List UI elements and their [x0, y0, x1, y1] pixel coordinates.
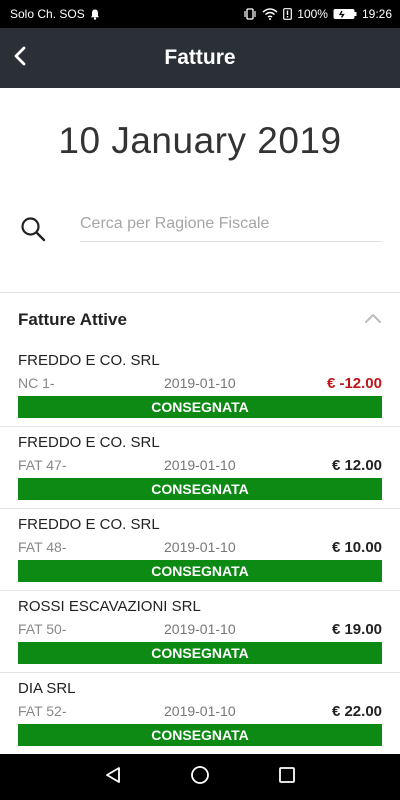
search-bar: [0, 200, 400, 250]
invoice-item[interactable]: FREDDO E CO. SRL FAT 48- 2019-01-10 € 10…: [0, 509, 400, 591]
invoice-date: 2019-01-10: [164, 621, 236, 637]
back-button[interactable]: [2, 40, 38, 76]
nav-home-button[interactable]: [180, 757, 220, 797]
vibrate-icon: [243, 8, 257, 20]
battery-icon: [333, 8, 357, 20]
notification-bell-icon: [90, 9, 100, 20]
invoice-number: FAT 47-: [18, 457, 67, 473]
invoice-company: FREDDO E CO. SRL: [18, 352, 160, 369]
status-badge: CONSEGNATA: [18, 396, 382, 418]
section-title: Fatture Attive: [18, 310, 127, 329]
invoice-item[interactable]: ROSSI ESCAVAZIONI SRL FAT 50- 2019-01-10…: [0, 591, 400, 673]
invoice-amount: € 22.00: [331, 702, 382, 720]
circle-home-icon: [190, 765, 210, 790]
chevron-up-icon[interactable]: [364, 311, 382, 329]
search-input[interactable]: [80, 206, 382, 242]
invoice-number: FAT 52-: [18, 703, 67, 719]
wifi-icon: [262, 8, 278, 20]
invoice-number: FAT 50-: [18, 621, 67, 637]
app-bar: Fatture: [0, 28, 400, 88]
invoice-date: 2019-01-10: [164, 457, 236, 473]
clock: 19:26: [361, 7, 392, 21]
alert-icon: [283, 8, 293, 20]
invoice-number: NC 1-: [18, 375, 55, 391]
search-icon[interactable]: [20, 216, 46, 247]
invoice-number: FAT 48-: [18, 539, 67, 555]
invoice-amount: € 10.00: [331, 538, 382, 556]
invoice-item[interactable]: FREDDO E CO. SRL FAT 47- 2019-01-10 € 12…: [0, 427, 400, 509]
invoice-list: FREDDO E CO. SRL NC 1- 2019-01-10 € -12.…: [0, 345, 400, 755]
battery-percentage: 100%: [297, 7, 328, 21]
status-badge: CONSEGNATA: [18, 478, 382, 500]
nav-recents-button[interactable]: [267, 757, 307, 797]
invoice-amount: € 19.00: [331, 620, 382, 638]
invoice-amount: € 12.00: [331, 456, 382, 474]
invoice-company: DIA SRL: [18, 680, 76, 697]
invoice-date: 2019-01-10: [164, 375, 236, 391]
selected-date[interactable]: 10 January 2019: [0, 120, 400, 162]
system-nav-bar: [0, 754, 400, 800]
invoice-amount: € -12.00: [326, 374, 382, 392]
section-header-fatture-attive[interactable]: Fatture Attive: [0, 300, 400, 340]
status-badge: CONSEGNATA: [18, 560, 382, 582]
page-title: Fatture: [164, 46, 236, 69]
invoice-date: 2019-01-10: [164, 539, 236, 555]
invoice-item[interactable]: FREDDO E CO. SRL NC 1- 2019-01-10 € -12.…: [0, 345, 400, 427]
invoice-company: FREDDO E CO. SRL: [18, 434, 160, 451]
chevron-left-icon: [13, 46, 27, 71]
nav-back-button[interactable]: [93, 757, 133, 797]
invoice-item[interactable]: DIA SRL FAT 52- 2019-01-10 € 22.00 CONSE…: [0, 673, 400, 755]
status-badge: CONSEGNATA: [18, 642, 382, 664]
divider: [0, 292, 400, 293]
status-bar: Solo Ch. SOS 100% 19:26: [0, 0, 400, 28]
square-recents-icon: [278, 766, 296, 789]
invoice-date: 2019-01-10: [164, 703, 236, 719]
invoice-company: ROSSI ESCAVAZIONI SRL: [18, 598, 201, 615]
triangle-back-icon: [104, 766, 122, 789]
invoice-company: FREDDO E CO. SRL: [18, 516, 160, 533]
carrier-label: Solo Ch. SOS: [10, 7, 85, 21]
status-badge: CONSEGNATA: [18, 724, 382, 746]
